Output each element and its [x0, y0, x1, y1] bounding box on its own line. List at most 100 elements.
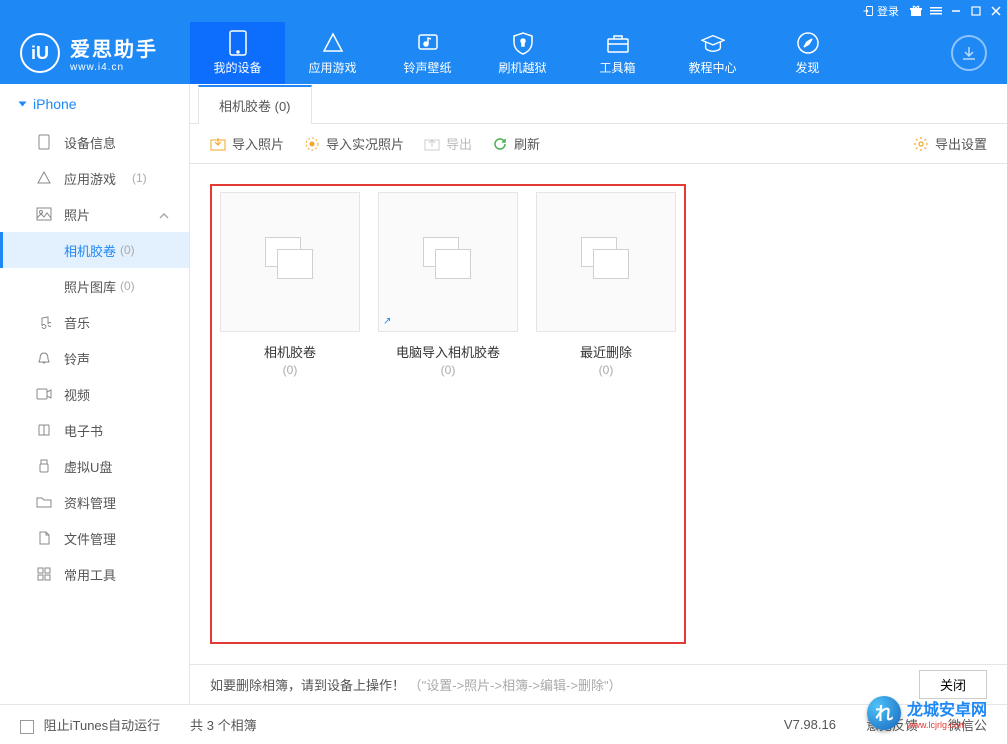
gear-icon — [913, 136, 929, 152]
close-panel-button[interactable]: 关闭 — [919, 670, 987, 699]
export-button: 导出 — [424, 134, 472, 153]
close-button[interactable] — [989, 4, 1003, 18]
music-icon — [416, 31, 440, 55]
logo-url: www.i4.cn — [70, 62, 158, 73]
logo-title: 爱思助手 — [70, 33, 158, 62]
sidebar-count: (0) — [120, 243, 135, 257]
sidebar-item-data[interactable]: 资料管理 — [0, 484, 189, 520]
file-icon — [36, 530, 52, 546]
album-thumbnail — [536, 192, 676, 332]
download-button[interactable] — [951, 35, 987, 71]
export-icon — [424, 136, 440, 152]
sidebar-label: 音乐 — [64, 313, 90, 332]
album-card-pcimport[interactable]: ↗ 电脑导入相机胶卷 (0) — [378, 192, 518, 636]
sidebar-sub-label: 照片图库 — [64, 277, 116, 296]
hint-path: （"设置->照片->相簿->编辑->删除"） — [409, 678, 622, 693]
nav-label: 发现 — [795, 59, 819, 76]
album-count-text: 共 3 个相簿 — [190, 715, 256, 734]
phone-icon — [36, 134, 52, 150]
watermark: れ 龙城安卓网 www.lcjrlg.com — [867, 696, 987, 730]
nav-tab-apps[interactable]: 应用游戏 — [285, 22, 380, 84]
watermark-text: 龙城安卓网 — [907, 696, 987, 720]
sidebar-label: 电子书 — [64, 421, 103, 440]
content-tab-cameraroll[interactable]: 相机胶卷 (0) — [198, 85, 312, 124]
sidebar-item-music[interactable]: 音乐 — [0, 304, 189, 340]
sidebar-count: (1) — [132, 171, 147, 185]
login-label: 登录 — [877, 3, 899, 19]
nav-label: 我的设备 — [213, 59, 261, 76]
gift-icon[interactable] — [909, 4, 923, 18]
sidebar-item-tools[interactable]: 常用工具 — [0, 556, 189, 592]
header: iU 爱思助手 www.i4.cn 我的设备 应用游戏 铃声壁纸 刷机越狱 工具… — [0, 22, 1007, 84]
sidebar-label: 应用游戏 — [64, 169, 116, 188]
nav-tab-discover[interactable]: 发现 — [760, 22, 855, 84]
logo-icon: iU — [20, 33, 60, 73]
export-settings-button[interactable]: 导出设置 — [913, 134, 987, 153]
sidebar-item-ebook[interactable]: 电子书 — [0, 412, 189, 448]
logo: iU 爱思助手 www.i4.cn — [0, 33, 190, 73]
graduation-icon — [701, 31, 725, 55]
version-text: V7.98.16 — [784, 717, 836, 732]
sidebar-item-files[interactable]: 文件管理 — [0, 520, 189, 556]
sidebar-item-video[interactable]: 视频 — [0, 376, 189, 412]
list-icon[interactable] — [929, 4, 943, 18]
sidebar-label: 虚拟U盘 — [64, 457, 112, 476]
album-title: 电脑导入相机胶卷 — [378, 342, 518, 361]
sidebar-item-ringtones[interactable]: 铃声 — [0, 340, 189, 376]
content-tabs: 相机胶卷 (0) — [190, 84, 1007, 124]
nav-label: 铃声壁纸 — [403, 59, 451, 76]
maximize-button[interactable] — [969, 4, 983, 18]
sidebar-item-udisk[interactable]: 虚拟U盘 — [0, 448, 189, 484]
album-thumbnail — [220, 192, 360, 332]
sidebar-label: 视频 — [64, 385, 90, 404]
nav-label: 工具箱 — [599, 59, 635, 76]
download-icon — [961, 45, 977, 61]
nav-label: 刷机越狱 — [498, 59, 546, 76]
apps-small-icon — [36, 170, 52, 186]
login-icon — [862, 5, 874, 17]
album-thumbnail: ↗ — [378, 192, 518, 332]
content: 相机胶卷 (0) 导入照片 导入实况照片 导出 刷新 — [190, 84, 1007, 704]
sidebar-item-apps[interactable]: 应用游戏 (1) — [0, 160, 189, 196]
login-button[interactable]: 登录 — [858, 1, 903, 21]
shortcut-icon: ↗ — [383, 316, 391, 327]
sidebar-item-photos[interactable]: 照片 — [0, 196, 189, 232]
minimize-button[interactable] — [949, 4, 963, 18]
album-card-cameraroll[interactable]: 相机胶卷 (0) — [220, 192, 360, 636]
sidebar-sub-cameraroll[interactable]: 相机胶卷 (0) — [0, 232, 189, 268]
sidebar-header[interactable]: iPhone — [0, 84, 189, 124]
album-grid: 相机胶卷 (0) ↗ 电脑导入相机胶卷 (0) 最近删除 (0) — [190, 164, 1007, 664]
nav-tab-device[interactable]: 我的设备 — [190, 22, 285, 84]
watermark-url: www.lcjrlg.com — [907, 720, 987, 730]
nav-tab-ringtones[interactable]: 铃声壁纸 — [380, 22, 475, 84]
compass-icon — [796, 31, 820, 55]
folder-icon — [36, 494, 52, 510]
toolbar: 导入照片 导入实况照片 导出 刷新 导出设置 — [190, 124, 1007, 164]
block-itunes-checkbox[interactable]: 阻止iTunes自动运行 — [20, 715, 160, 734]
nav-tab-tools[interactable]: 工具箱 — [570, 22, 665, 84]
sidebar-sub-label: 相机胶卷 — [64, 241, 116, 260]
toolbar-label: 刷新 — [514, 134, 540, 153]
import-icon — [210, 136, 226, 152]
album-card-deleted[interactable]: 最近删除 (0) — [536, 192, 676, 636]
toolbar-label: 导出设置 — [935, 134, 987, 153]
bell-icon — [36, 350, 52, 366]
sidebar-label: 照片 — [64, 205, 90, 224]
sidebar-device-name: iPhone — [33, 96, 77, 112]
sidebar-label: 资料管理 — [64, 493, 116, 512]
sidebar-item-deviceinfo[interactable]: 设备信息 — [0, 124, 189, 160]
nav-label: 应用游戏 — [308, 59, 356, 76]
import-photo-button[interactable]: 导入照片 — [210, 134, 284, 153]
chevron-down-icon — [19, 102, 27, 107]
hint-text: 如要删除相簿，请到设备上操作！ — [210, 678, 405, 693]
import-live-button[interactable]: 导入实况照片 — [304, 134, 404, 153]
toolbar-label: 导入实况照片 — [326, 134, 404, 153]
shield-icon — [511, 31, 535, 55]
nav-tab-tutorials[interactable]: 教程中心 — [665, 22, 760, 84]
checkbox-label: 阻止iTunes自动运行 — [44, 718, 161, 733]
sidebar: iPhone 设备信息 应用游戏 (1) 照片 相机胶卷 (0) 照片图库 (0… — [0, 84, 190, 704]
sidebar-label: 铃声 — [64, 349, 90, 368]
sidebar-sub-photolib[interactable]: 照片图库 (0) — [0, 268, 189, 304]
nav-tab-jailbreak[interactable]: 刷机越狱 — [475, 22, 570, 84]
refresh-button[interactable]: 刷新 — [492, 134, 540, 153]
